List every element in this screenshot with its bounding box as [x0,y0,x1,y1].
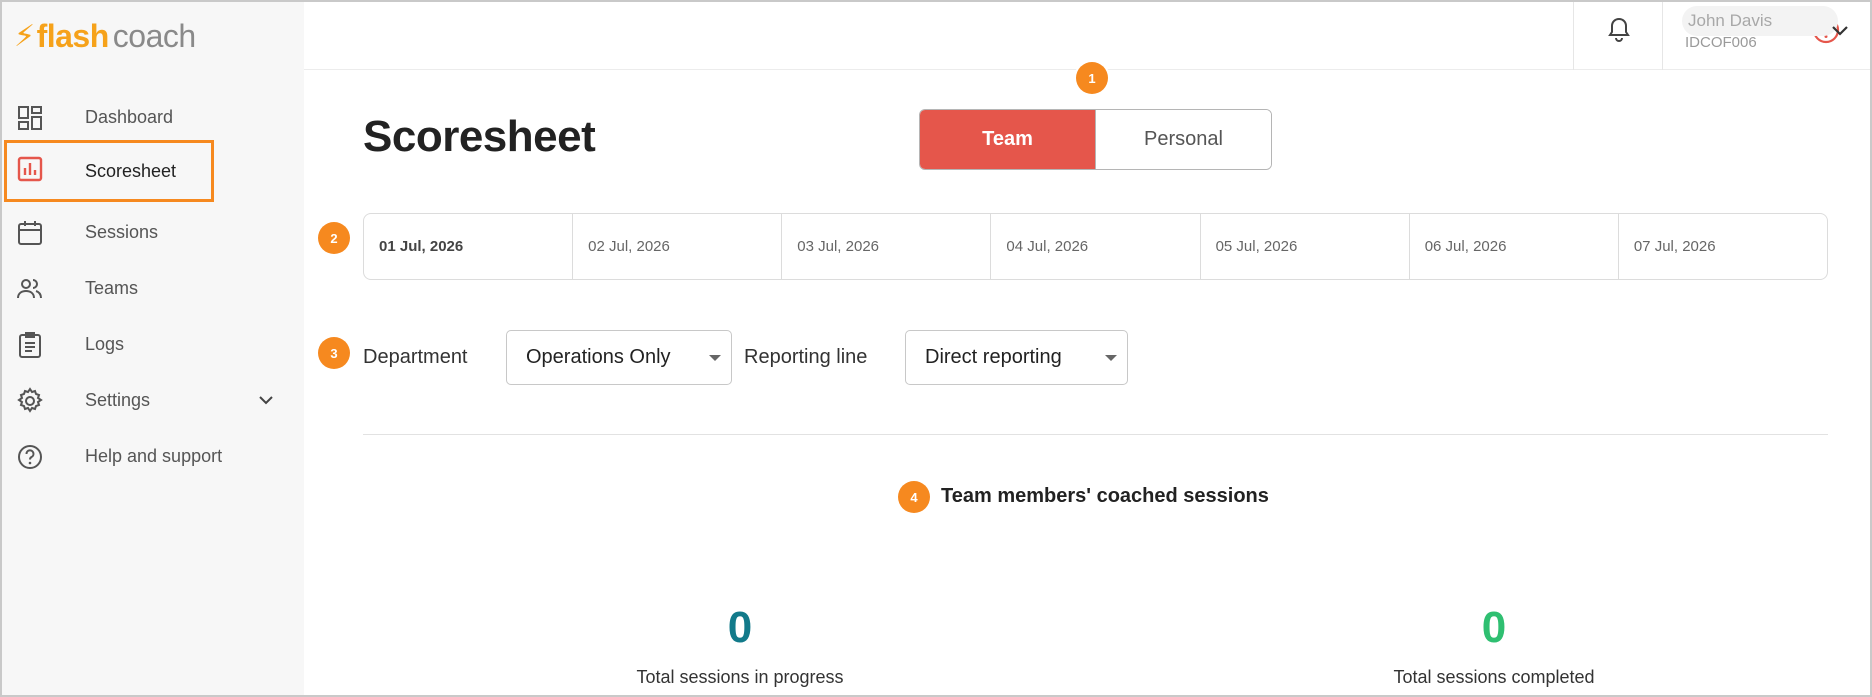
step-badge-2: 2 [318,222,350,254]
user-menu-chevron-icon[interactable] [1828,18,1852,42]
header-divider [1662,2,1663,70]
sidebar-item-label: Teams [85,277,139,298]
lightning-bolt-icon: ⚡ [14,19,35,53]
gear-icon [17,387,43,413]
chevron-down-icon[interactable] [256,390,276,410]
calendar-icon [18,221,42,245]
date-cell[interactable]: 02 Jul, 2026 [572,214,781,279]
date-cell[interactable]: 06 Jul, 2026 [1408,214,1618,279]
caret-down-icon [1105,355,1117,361]
sidebar: ⚡ flash coach Dashboard Scoresheet Sessi… [2,2,304,695]
date-cell[interactable]: 05 Jul, 2026 [1199,214,1409,279]
dashboard-icon [18,106,42,130]
stat-value: 0 [727,603,753,652]
department-label: Department [363,346,468,368]
question-circle-icon [18,445,42,469]
page-title: Scoresheet [363,112,596,161]
date-cell[interactable]: 03 Jul, 2026 [781,214,990,279]
department-select[interactable]: Operations Only [506,330,732,385]
team-personal-toggle[interactable]: Team Personal [919,109,1272,170]
stat-label: Total sessions in progress [636,667,844,687]
sidebar-item-dashboard[interactable]: Dashboard [4,89,294,145]
header-divider [1573,2,1574,70]
toggle-personal-button[interactable]: Personal [1095,110,1271,169]
department-select-value: Operations Only [526,346,671,368]
bar-chart-icon [17,156,43,182]
section-divider [363,434,1828,435]
sidebar-item-logs[interactable]: Logs [4,316,294,372]
sidebar-item-scoresheet[interactable]: Scoresheet [4,140,214,202]
stat-completed: 0 Total sessions completed [1294,603,1694,688]
caret-down-icon [709,355,721,361]
flashcoach-logo[interactable]: ⚡ flash coach [14,16,196,56]
date-cell[interactable]: 07 Jul, 2026 [1617,214,1827,279]
user-name[interactable]: John Davis [1682,6,1838,36]
stat-value: 0 [1481,603,1507,652]
date-cell[interactable]: 01 Jul, 2026 [364,214,572,279]
stat-in-progress: 0 Total sessions in progress [540,603,940,688]
date-cell[interactable]: 04 Jul, 2026 [990,214,1199,279]
sidebar-item-sessions[interactable]: Sessions [4,204,294,260]
reporting-line-label: Reporting line [744,346,868,368]
sidebar-item-help[interactable]: Help and support [4,428,294,484]
step-badge-4: 4 [898,481,930,513]
sidebar-item-label: Logs [85,333,125,354]
date-strip: 01 Jul, 2026 02 Jul, 2026 03 Jul, 2026 0… [363,213,1828,280]
clipboard-icon [19,332,41,358]
sidebar-item-label: Settings [85,389,151,410]
sidebar-item-label: Sessions [85,221,159,242]
sidebar-item-settings[interactable]: Settings [4,372,294,428]
reporting-line-select[interactable]: Direct reporting [905,330,1128,385]
top-header [304,2,1870,70]
section-title: Team members' coached sessions [941,485,1269,507]
toggle-team-button[interactable]: Team [920,110,1095,169]
sidebar-item-label: Dashboard [85,106,174,127]
user-id: IDCOF006 [1685,34,1757,51]
sidebar-item-teams[interactable]: Teams [4,260,294,316]
bell-icon[interactable] [1605,16,1633,44]
reporting-line-select-value: Direct reporting [925,346,1062,368]
logo-flash-text: flash [36,17,110,54]
sidebar-item-label: Help and support [85,445,223,466]
people-icon [17,279,42,299]
logo-coach-text: coach [112,17,196,54]
step-badge-3: 3 [318,337,350,369]
sidebar-item-label: Scoresheet [85,160,177,181]
stat-label: Total sessions completed [1393,667,1595,687]
step-badge-1: 1 [1076,62,1108,94]
